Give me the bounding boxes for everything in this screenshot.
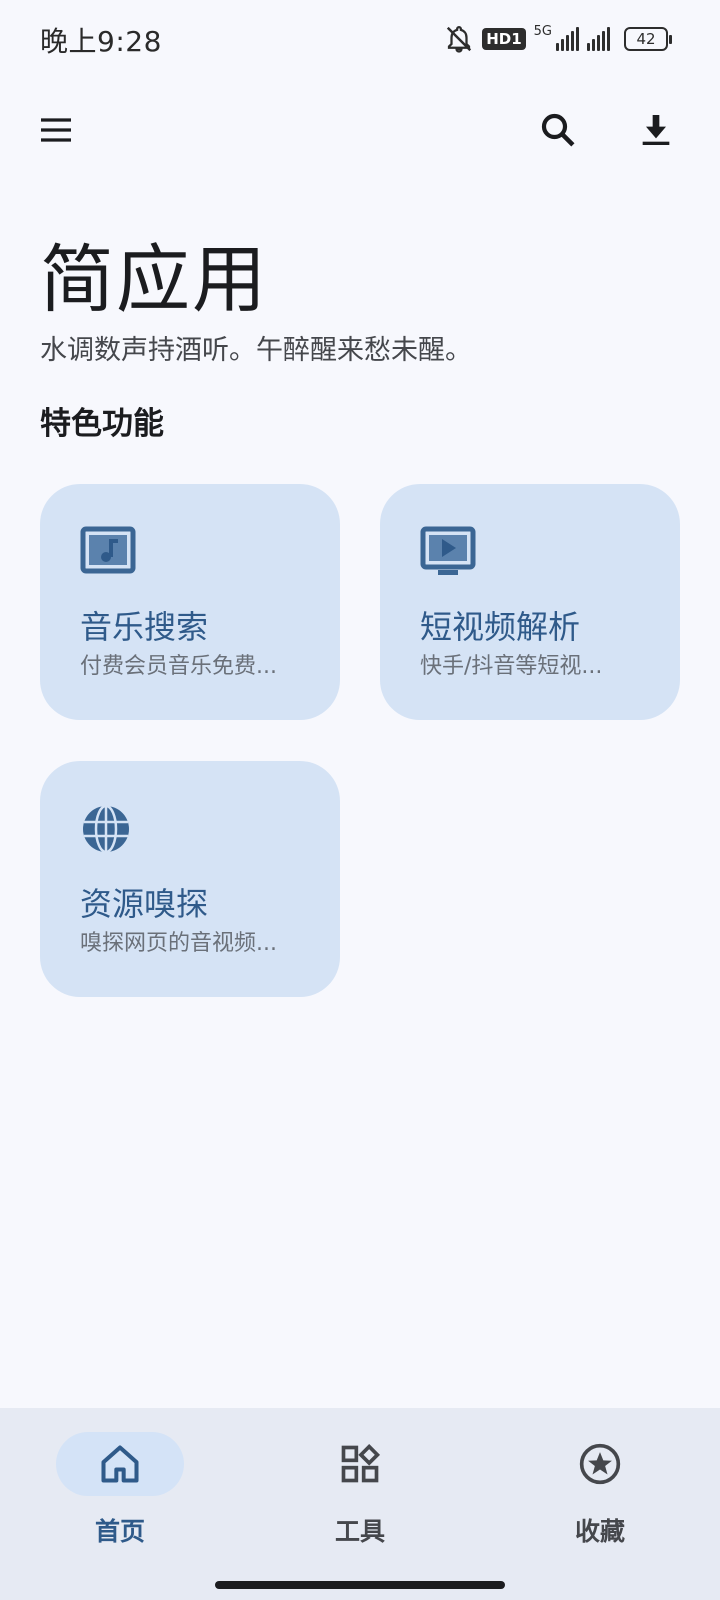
feature-card-description: 嗅探网页的音视频... bbox=[80, 931, 277, 956]
signal-strength-icon bbox=[587, 27, 610, 51]
search-button[interactable] bbox=[530, 102, 586, 158]
feature-card-video-parse[interactable]: 短视频解析 快手/抖音等短视... bbox=[380, 484, 680, 720]
status-time: 晚上9:28 bbox=[40, 25, 162, 58]
feature-card-music-search[interactable]: 音乐搜索 付费会员音乐免费... bbox=[40, 484, 340, 720]
battery-level: 42 bbox=[636, 30, 656, 48]
feature-card-resource-sniff[interactable]: 资源嗅探 嗅探网页的音视频... bbox=[40, 761, 340, 997]
network-type: 5G bbox=[533, 23, 552, 39]
bottom-navigation: 首页 工具 收藏 bbox=[0, 1408, 720, 1600]
nav-label-home: 首页 bbox=[94, 1517, 145, 1546]
download-button[interactable] bbox=[628, 102, 684, 158]
widgets-icon bbox=[341, 1443, 381, 1483]
menu-button[interactable] bbox=[28, 102, 84, 158]
download-icon bbox=[642, 115, 670, 145]
feature-card-description: 快手/抖音等短视... bbox=[420, 654, 603, 679]
home-icon bbox=[101, 1445, 139, 1483]
feature-card-title: 音乐搜索 bbox=[80, 608, 209, 646]
nav-label-tools: 工具 bbox=[334, 1517, 385, 1546]
search-icon bbox=[541, 113, 575, 147]
feature-card-description: 付费会员音乐免费... bbox=[80, 654, 277, 679]
star-icon bbox=[579, 1443, 621, 1485]
section-title: 特色功能 bbox=[40, 406, 164, 442]
feature-card-title: 资源嗅探 bbox=[80, 885, 209, 923]
home-indicator[interactable] bbox=[215, 1581, 505, 1589]
menu-icon bbox=[41, 118, 71, 142]
nav-item-favorites[interactable]: 收藏 bbox=[480, 1408, 720, 1558]
nav-item-home[interactable]: 首页 bbox=[0, 1408, 240, 1558]
music-note-icon bbox=[80, 526, 136, 574]
video-play-icon bbox=[420, 526, 476, 575]
bell-off-icon bbox=[447, 26, 472, 53]
feature-card-title: 短视频解析 bbox=[420, 608, 581, 646]
nav-item-tools[interactable]: 工具 bbox=[240, 1408, 480, 1558]
nav-label-favorites: 收藏 bbox=[574, 1517, 625, 1546]
top-app-bar bbox=[0, 90, 720, 170]
globe-icon bbox=[83, 804, 129, 854]
battery-icon: 42 bbox=[624, 27, 672, 51]
status-bar: 晚上9:28 HD1 5G 42 bbox=[0, 0, 720, 78]
page-title: 简应用 bbox=[40, 237, 268, 323]
signal-strength-icon bbox=[556, 27, 579, 51]
status-icons: HD1 5G 42 bbox=[444, 22, 672, 56]
app-screen: 晚上9:28 HD1 5G 42 简应用 水调数声持酒听。午醉醒来愁未醒。 特色… bbox=[0, 0, 720, 1600]
page-subtitle: 水调数声持酒听。午醉醒来愁未醒。 bbox=[40, 335, 472, 366]
hd-badge: HD1 bbox=[482, 28, 526, 50]
